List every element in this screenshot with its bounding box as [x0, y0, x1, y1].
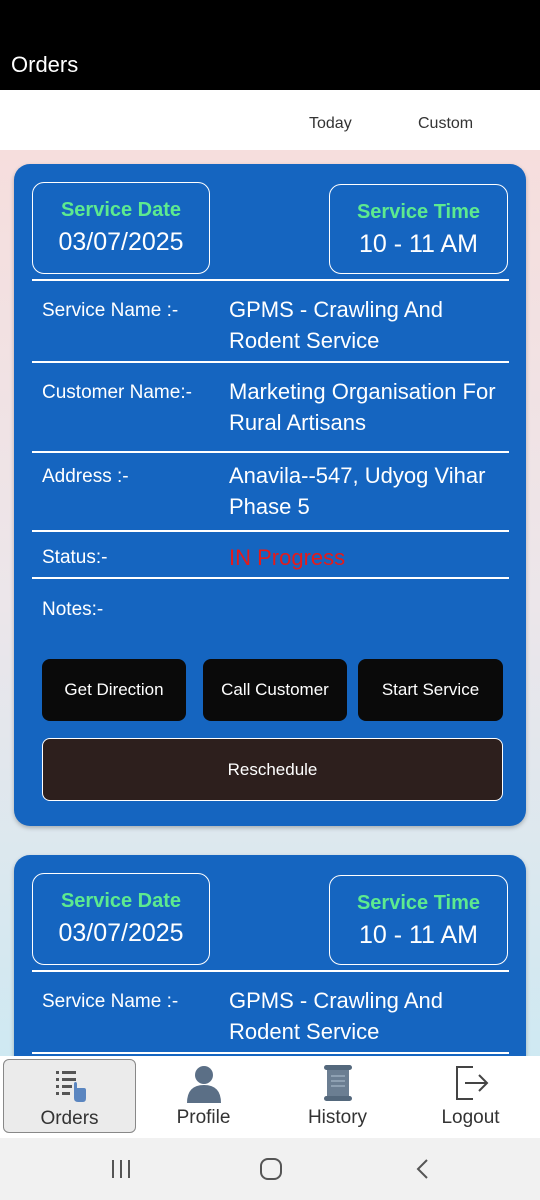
divider — [32, 279, 509, 281]
service-time-label: Service Time — [356, 892, 481, 914]
scroll-icon — [323, 1065, 352, 1101]
bottom-nav: Orders Profile History Logout — [0, 1056, 540, 1138]
nav-profile-label: Profile — [176, 1107, 231, 1128]
order-card: Service Date 03/07/2025 Service Time 10 … — [14, 855, 526, 1056]
nav-history-label: History — [307, 1107, 368, 1128]
service-date-box: Service Date 03/07/2025 — [32, 873, 210, 965]
status-value: IN Progress — [229, 545, 346, 570]
system-nav-bar — [0, 1138, 540, 1200]
logout-icon — [455, 1066, 488, 1100]
reschedule-button[interactable]: Reschedule — [42, 738, 503, 801]
get-direction-button[interactable]: Get Direction — [42, 659, 186, 721]
service-time-box: Service Time 10 - 11 AM — [329, 875, 508, 965]
divider — [32, 361, 509, 363]
status-label: Status:- — [42, 547, 108, 568]
service-date-box: Service Date 03/07/2025 — [32, 182, 210, 274]
divider — [32, 530, 509, 532]
person-icon — [186, 1066, 221, 1103]
nav-history[interactable]: History — [271, 1059, 404, 1133]
service-name-label: Service Name :- — [42, 991, 179, 1012]
service-time-box: Service Time 10 - 11 AM — [329, 184, 508, 274]
notes-label: Notes:- — [42, 599, 104, 620]
recent-apps-icon[interactable] — [108, 1156, 134, 1182]
service-time-label: Service Time — [356, 201, 481, 223]
service-time-value: 10 - 11 AM — [358, 921, 479, 949]
filter-bar: Today Custom — [0, 90, 540, 150]
orders-list-icon — [55, 1071, 86, 1102]
address-label: Address :- — [42, 466, 129, 487]
divider — [32, 1052, 509, 1054]
service-date-label: Service Date — [60, 199, 182, 221]
nav-profile[interactable]: Profile — [137, 1059, 270, 1133]
orders-list[interactable]: Service Date 03/07/2025 Service Time 10 … — [0, 150, 540, 1056]
divider — [32, 451, 509, 453]
start-service-button[interactable]: Start Service — [358, 659, 503, 721]
filter-today-button[interactable]: Today — [309, 115, 352, 133]
service-name-value: GPMS - Crawling And Rodent Service — [229, 988, 443, 1044]
call-customer-button[interactable]: Call Customer — [203, 659, 347, 721]
service-date-value: 03/07/2025 — [58, 919, 184, 947]
nav-logout-label: Logout — [441, 1107, 500, 1128]
nav-logout[interactable]: Logout — [404, 1059, 537, 1133]
divider — [32, 970, 509, 972]
divider — [32, 577, 509, 579]
service-time-value: 10 - 11 AM — [358, 230, 479, 258]
back-icon[interactable] — [410, 1156, 436, 1182]
order-card: Service Date 03/07/2025 Service Time 10 … — [14, 164, 526, 826]
nav-orders[interactable]: Orders — [3, 1059, 136, 1133]
service-date-value: 03/07/2025 — [58, 228, 184, 256]
app-bar: Orders — [0, 40, 540, 90]
home-icon[interactable] — [258, 1156, 284, 1182]
nav-orders-label: Orders — [40, 1108, 99, 1129]
customer-name-value: Marketing Organisation For Rural Artisan… — [229, 379, 496, 435]
page-title: Orders — [11, 52, 79, 77]
service-name-label: Service Name :- — [42, 300, 179, 321]
filter-custom-button[interactable]: Custom — [418, 115, 473, 133]
address-value: Anavila--547, Udyog Vihar Phase 5 — [229, 463, 486, 519]
service-date-label: Service Date — [60, 890, 182, 912]
customer-name-label: Customer Name:- — [42, 382, 192, 403]
service-name-value: GPMS - Crawling And Rodent Service — [229, 297, 443, 353]
status-bar — [0, 0, 540, 40]
